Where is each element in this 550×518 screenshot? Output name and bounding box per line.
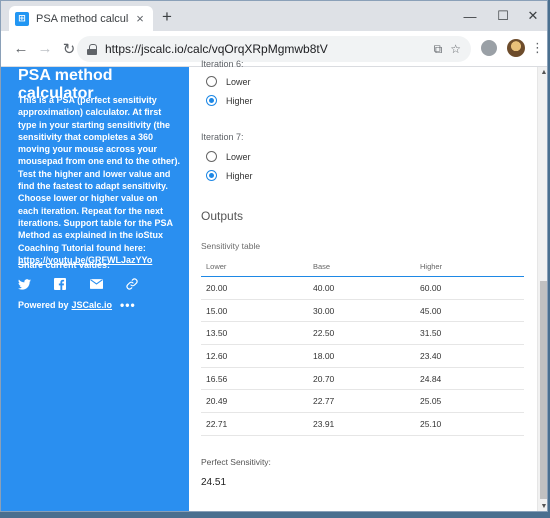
table-cell: 24.84 <box>420 373 442 384</box>
tab-title: PSA method calculator - JSCalc.io <box>36 12 129 25</box>
back-arrow-icon[interactable]: ← <box>9 40 33 57</box>
perfect-sensitivity-value: 24.51 <box>201 477 227 488</box>
desktop-background <box>0 512 550 518</box>
iteration-7-lower-option[interactable]: Lower <box>206 151 251 162</box>
table-cell: 45.00 <box>420 305 442 316</box>
browser-menu-icon[interactable]: ⋮ <box>531 40 544 56</box>
table-cell: 30.00 <box>313 305 335 316</box>
table-cell: 16.56 <box>206 373 228 384</box>
twitter-icon[interactable] <box>18 277 54 291</box>
table-cell: 20.00 <box>206 282 228 293</box>
scrollbar-thumb[interactable] <box>540 281 547 499</box>
jscalc-favicon-icon: ⊞ <box>15 11 29 26</box>
radio-checked-icon[interactable] <box>206 170 217 181</box>
table-row: 20.00 40.00 60.00 <box>201 277 524 300</box>
page-content: PSA method calculator This is a PSA (per… <box>1 59 547 511</box>
share-icons <box>18 277 162 291</box>
table-cell: 22.77 <box>313 396 335 407</box>
close-tab-icon[interactable]: × <box>133 11 147 26</box>
sensitivity-table: Lower Base Higher 20.00 40.00 60.00 15.0… <box>201 257 524 436</box>
close-window-button[interactable]: ✕ <box>513 1 547 31</box>
share-label: Share current values: <box>18 260 111 270</box>
facebook-icon[interactable] <box>54 277 90 291</box>
table-cell: 25.05 <box>420 396 442 407</box>
mail-icon[interactable] <box>90 277 126 291</box>
table-cell: 22.50 <box>313 328 335 339</box>
table-header: Lower Base Higher <box>201 257 524 277</box>
scroll-down-arrow-icon[interactable]: ▼ <box>540 503 547 511</box>
outputs-heading: Outputs <box>201 209 244 223</box>
perfect-sensitivity-label: Perfect Sensitivity: <box>201 457 271 467</box>
bookmark-star-icon[interactable]: ☆ <box>450 42 461 56</box>
extension-globe-icon[interactable] <box>481 40 497 56</box>
column-header: Base <box>313 262 331 271</box>
radio-unchecked-icon[interactable] <box>206 76 217 87</box>
profile-avatar[interactable] <box>507 39 525 57</box>
lock-icon <box>87 43 97 55</box>
table-cell: 23.91 <box>313 418 335 429</box>
table-cell: 18.00 <box>313 350 335 361</box>
table-row: 15.00 30.00 45.00 <box>201 300 524 323</box>
tab-strip: ⊞ PSA method calculator - JSCalc.io × + … <box>1 1 547 31</box>
more-options-icon[interactable]: ••• <box>120 298 136 312</box>
radio-unchecked-icon[interactable] <box>206 151 217 162</box>
table-row: 12.60 18.00 23.40 <box>201 345 524 368</box>
forward-arrow-icon[interactable]: → <box>33 40 57 57</box>
table-cell: 20.70 <box>313 373 335 384</box>
iteration-7-label: Iteration 7: <box>201 132 244 142</box>
description-text: This is a PSA (perfect sensitivity appro… <box>18 95 181 253</box>
table-cell: 40.00 <box>313 282 335 293</box>
sidebar: PSA method calculator This is a PSA (per… <box>1 67 189 511</box>
browser-toolbar: ← → ↻ https://jscalc.io/calc/vqOrqXRpMgm… <box>1 31 547 67</box>
table-cell: 31.50 <box>420 328 442 339</box>
option-label: Higher <box>226 95 253 106</box>
column-header: Lower <box>206 262 227 271</box>
table-row: 20.49 22.77 25.05 <box>201 390 524 414</box>
iteration-7-higher-option[interactable]: Higher <box>206 170 253 181</box>
url-text[interactable]: https://jscalc.io/calc/vqOrqXRpMgmwb8tV <box>105 42 426 56</box>
translate-icon[interactable]: ⧉ <box>434 42 443 57</box>
table-cell: 15.00 <box>206 305 228 316</box>
column-header: Higher <box>420 262 443 271</box>
iteration-6-label: Iteration 6: <box>201 59 244 69</box>
table-cell: 12.60 <box>206 350 228 361</box>
calculator-main: Iteration 6: Lower Higher Iteration 7: L… <box>189 59 537 511</box>
option-label: Lower <box>226 76 251 87</box>
table-cell: 13.50 <box>206 328 228 339</box>
option-label: Lower <box>226 151 251 162</box>
jscalc-link[interactable]: JSCalc.io <box>72 300 113 310</box>
radio-checked-icon[interactable] <box>206 95 217 106</box>
table-row: 13.50 22.50 31.50 <box>201 322 524 346</box>
app-description: This is a PSA (perfect sensitivity appro… <box>18 94 180 266</box>
powered-by: Powered by JSCalc.io ••• <box>18 298 136 312</box>
table-cell: 22.71 <box>206 418 228 429</box>
table-cell: 20.49 <box>206 396 228 407</box>
address-bar[interactable]: https://jscalc.io/calc/vqOrqXRpMgmwb8tV … <box>77 36 471 62</box>
sensitivity-table-label: Sensitivity table <box>201 241 261 251</box>
new-tab-button[interactable]: + <box>159 7 175 27</box>
powered-by-label: Powered by <box>18 300 69 310</box>
table-cell: 25.10 <box>420 418 442 429</box>
scroll-up-arrow-icon[interactable]: ▲ <box>540 69 547 77</box>
page-scrollbar[interactable]: ▲ ▼ <box>537 67 547 511</box>
browser-window: ⊞ PSA method calculator - JSCalc.io × + … <box>0 0 548 512</box>
table-cell: 23.40 <box>420 350 442 361</box>
iteration-6-lower-option[interactable]: Lower <box>206 76 251 87</box>
link-icon[interactable] <box>126 277 162 291</box>
table-row: 22.71 23.91 25.10 <box>201 413 524 436</box>
option-label: Higher <box>226 170 253 181</box>
browser-tab[interactable]: ⊞ PSA method calculator - JSCalc.io × <box>9 6 153 31</box>
table-cell: 60.00 <box>420 282 442 293</box>
table-row: 16.56 20.70 24.84 <box>201 368 524 391</box>
iteration-6-higher-option[interactable]: Higher <box>206 95 253 106</box>
